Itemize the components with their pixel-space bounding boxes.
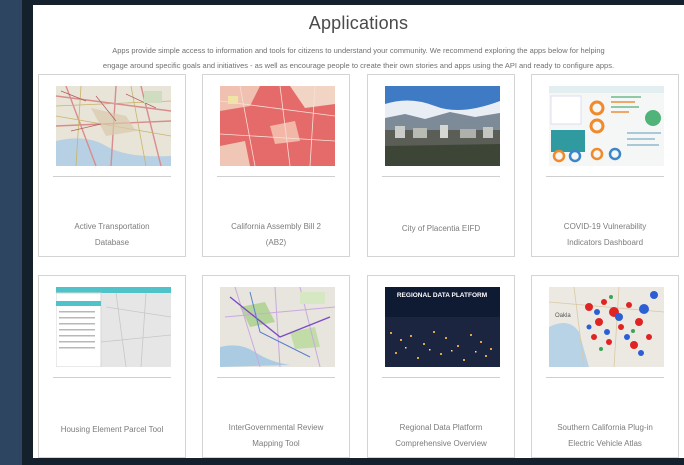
app-card-covid-dashboard[interactable]: COVID-19 Vulnerability Indicators Dashbo… xyxy=(531,74,679,257)
app-thumbnail[interactable]: Oakla xyxy=(549,287,664,367)
app-title-line: Database xyxy=(94,238,130,247)
app-title[interactable]: Regional Data Platform Comprehensive Ove… xyxy=(374,420,508,452)
card-divider xyxy=(382,176,500,177)
app-title-line: (AB2) xyxy=(265,238,287,247)
app-title-line: COVID-19 Vulnerability xyxy=(563,222,647,231)
app-card-placentia-eifd[interactable]: City of Placentia EIFD xyxy=(367,74,515,257)
app-card-regional-data-platform[interactable]: REGIONAL DATA PLATFORM Regional Data Pla… xyxy=(367,275,515,458)
app-title[interactable]: InterGovernmental Review Mapping Tool xyxy=(209,420,343,452)
app-title-line: Electric Vehicle Atlas xyxy=(568,439,642,448)
app-title[interactable]: California Assembly Bill 2 (AB2) xyxy=(209,219,343,251)
page-title: Applications xyxy=(308,13,409,33)
app-card-active-transportation[interactable]: Active Transportation Database xyxy=(38,74,186,257)
app-title-line: Southern California Plug-in xyxy=(557,423,653,432)
app-thumbnail[interactable] xyxy=(56,86,171,166)
thumbnail-caption: REGIONAL DATA PLATFORM xyxy=(397,292,487,299)
app-title-line: Active Transportation xyxy=(74,222,150,231)
card-divider xyxy=(53,377,171,378)
card-divider xyxy=(546,176,664,177)
card-divider xyxy=(546,377,664,378)
app-thumbnail[interactable] xyxy=(549,86,664,166)
applications-panel: Applications Apps provide simple access … xyxy=(33,5,684,458)
app-thumbnail[interactable] xyxy=(385,86,500,166)
app-card-housing-element[interactable]: Housing Element Parcel Tool xyxy=(38,275,186,458)
app-card-ab2[interactable]: California Assembly Bill 2 (AB2) xyxy=(202,74,350,257)
app-title-line: Housing Element Parcel Tool xyxy=(60,425,164,434)
intro-text: Apps provide simple access to informatio… xyxy=(33,43,684,73)
app-title[interactable]: Southern California Plug-in Electric Veh… xyxy=(538,420,672,452)
card-divider xyxy=(53,176,171,177)
app-title-line: Regional Data Platform xyxy=(399,423,483,432)
intro-line: Apps provide simple access to informatio… xyxy=(112,46,605,55)
app-title-line: Mapping Tool xyxy=(252,439,300,448)
app-thumbnail[interactable] xyxy=(220,86,335,166)
app-title[interactable]: Active Transportation Database xyxy=(45,219,179,251)
app-title-line: California Assembly Bill 2 xyxy=(231,222,321,231)
app-title[interactable]: City of Placentia EIFD xyxy=(374,221,508,237)
app-thumbnail[interactable]: REGIONAL DATA PLATFORM xyxy=(385,287,500,367)
app-title-line: InterGovernmental Review xyxy=(228,423,324,432)
thumbnail-caption: Oakla xyxy=(555,313,571,319)
app-card-intergovernmental-review[interactable]: InterGovernmental Review Mapping Tool xyxy=(202,275,350,458)
intro-line: engage around specific goals and initiat… xyxy=(102,61,615,70)
card-divider xyxy=(382,377,500,378)
app-title[interactable]: Housing Element Parcel Tool xyxy=(45,422,179,438)
app-title-line: Comprehensive Overview xyxy=(395,439,487,448)
app-card-ev-atlas[interactable]: Oakla Southern California Plug-in Electr… xyxy=(531,275,679,458)
app-title-line: Indicators Dashboard xyxy=(566,238,644,247)
app-title-line: City of Placentia EIFD xyxy=(401,224,481,233)
app-thumbnail[interactable] xyxy=(56,287,171,367)
app-thumbnail[interactable] xyxy=(220,287,335,367)
card-divider xyxy=(217,176,335,177)
card-divider xyxy=(217,377,335,378)
app-title[interactable]: COVID-19 Vulnerability Indicators Dashbo… xyxy=(538,219,672,251)
